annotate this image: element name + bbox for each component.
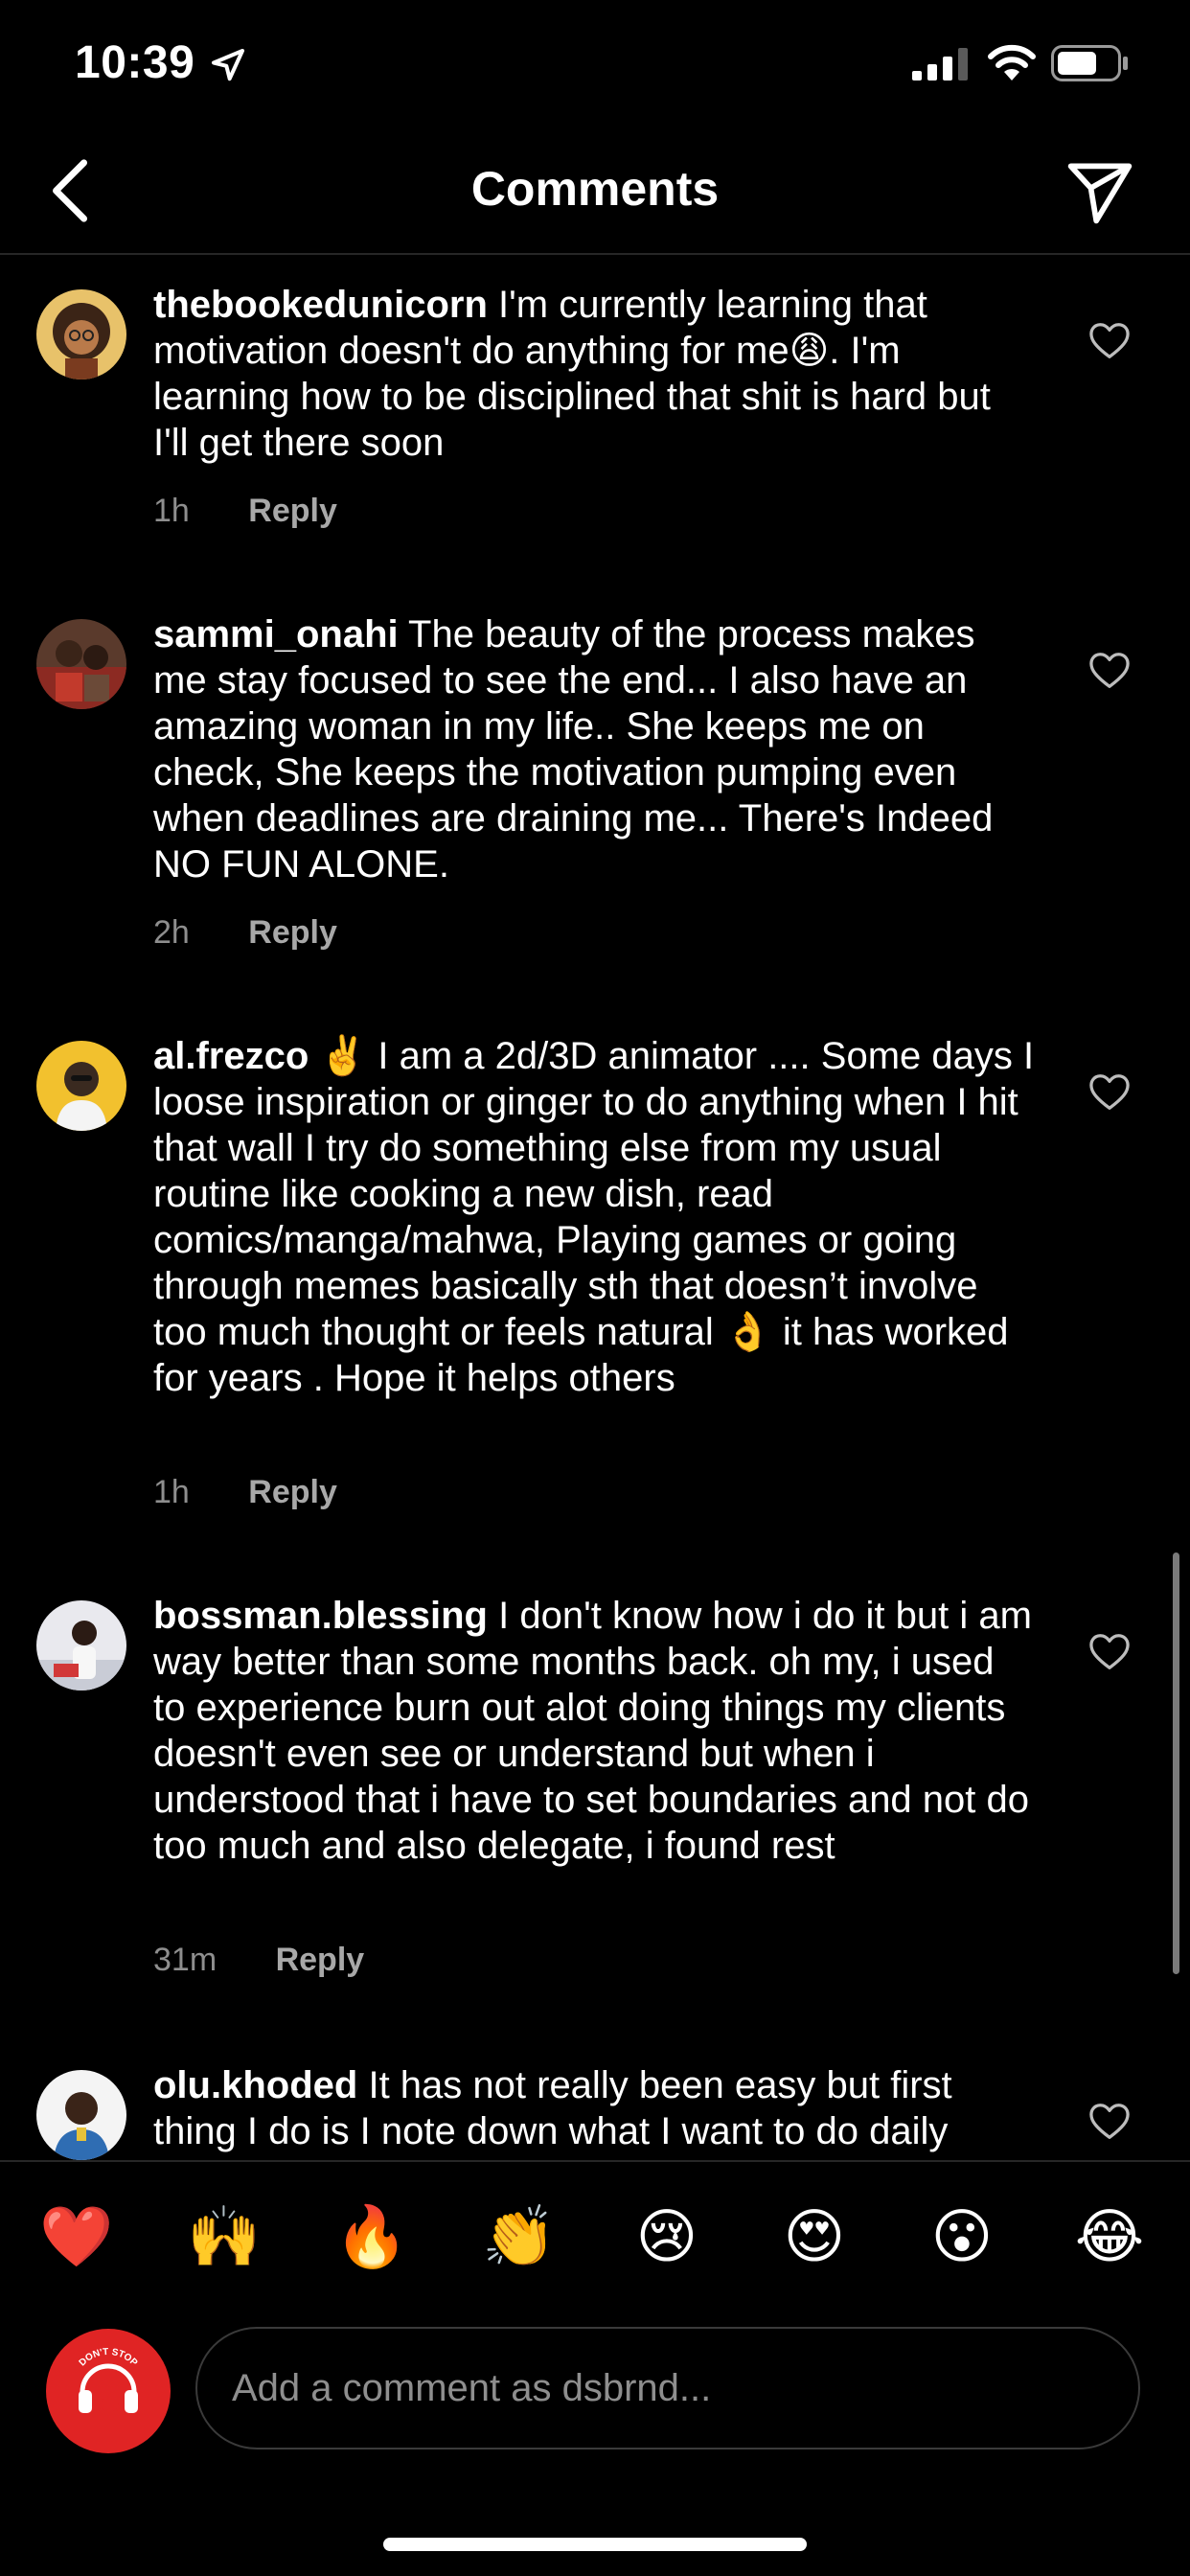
comment-meta: 31m Reply bbox=[153, 1942, 364, 1979]
cellular-signal-icon bbox=[912, 48, 968, 80]
emoji-laughing-button[interactable]: 😂 bbox=[1071, 2204, 1148, 2271]
comment-input[interactable] bbox=[195, 2327, 1140, 2450]
emoji-reaction-bar: ❤️ 🙌 🔥 👏 😢 😍 😮 😂 bbox=[0, 2160, 1190, 2315]
avatar[interactable] bbox=[36, 2070, 126, 2160]
emoji-heart-button[interactable]: ❤️ bbox=[38, 2204, 115, 2271]
home-indicator[interactable] bbox=[383, 2538, 807, 2551]
comment-body: ✌️ I am a 2d/3D animator .... Some days … bbox=[153, 1035, 1035, 1399]
comment-username[interactable]: al.frezco bbox=[153, 1035, 309, 1077]
comment-text: al.frezco ✌️ I am a 2d/3D animator .... … bbox=[153, 1033, 1035, 1401]
comment-username[interactable]: sammi_onahi bbox=[153, 613, 399, 656]
scrollbar[interactable] bbox=[1173, 1552, 1179, 1974]
heart-icon[interactable] bbox=[1088, 1073, 1131, 1112]
reply-button[interactable]: Reply bbox=[276, 1942, 365, 1978]
comment-username[interactable]: olu.khoded bbox=[153, 2064, 357, 2106]
avatar[interactable] bbox=[36, 1600, 126, 1690]
heart-icon[interactable] bbox=[1088, 322, 1131, 360]
emoji-surprised-button[interactable]: 😮 bbox=[924, 2204, 1000, 2271]
avatar[interactable] bbox=[36, 619, 126, 709]
heart-icon[interactable] bbox=[1088, 2103, 1131, 2141]
comment-time: 31m bbox=[153, 1942, 217, 1978]
status-time: 10:39 bbox=[75, 37, 195, 88]
comment-meta: 2h Reply bbox=[153, 914, 337, 952]
avatar-text-bottom: 0 5 bbox=[96, 2396, 120, 2415]
comment-text: olu.khoded It has not really been easy b… bbox=[153, 2062, 1035, 2154]
heart-icon[interactable] bbox=[1088, 652, 1131, 690]
composer-avatar[interactable]: DON'T STOP 0 5 bbox=[46, 2329, 171, 2453]
emoji-fire-button[interactable]: 🔥 bbox=[333, 2204, 410, 2271]
comment-text: thebookedunicorn I'm currently learning … bbox=[153, 282, 1035, 466]
avatar[interactable] bbox=[36, 1041, 126, 1131]
comment-meta: 1h Reply bbox=[153, 1474, 337, 1511]
comment-username[interactable]: thebookedunicorn bbox=[153, 284, 488, 326]
comments-list[interactable]: thebookedunicorn I'm currently learning … bbox=[0, 255, 1190, 2160]
comment-time: 2h bbox=[153, 914, 190, 951]
comment-text: bossman.blessing I don't know how i do i… bbox=[153, 1593, 1035, 1869]
emoji-raised-hands-button[interactable]: 🙌 bbox=[186, 2204, 263, 2271]
comment-time: 1h bbox=[153, 493, 190, 529]
send-direct-icon[interactable] bbox=[1064, 155, 1136, 228]
emoji-clapping-button[interactable]: 👏 bbox=[481, 2204, 558, 2271]
status-bar: 10:39 bbox=[0, 0, 1190, 134]
comment-username[interactable]: bossman.blessing bbox=[153, 1595, 488, 1637]
emoji-crying-button[interactable]: 😢 bbox=[629, 2204, 705, 2271]
battery-icon bbox=[1051, 45, 1128, 81]
reply-button[interactable]: Reply bbox=[248, 1474, 337, 1510]
location-arrow-icon bbox=[212, 49, 244, 81]
comment-meta: 1h Reply bbox=[153, 493, 337, 530]
header: Comments bbox=[0, 134, 1190, 255]
avatar[interactable] bbox=[36, 289, 126, 380]
heart-icon[interactable] bbox=[1088, 1633, 1131, 1671]
comment-text: sammi_onahi The beauty of the process ma… bbox=[153, 611, 1035, 887]
comment-time: 1h bbox=[153, 1474, 190, 1510]
wifi-icon bbox=[988, 44, 1036, 80]
emoji-heart-eyes-button[interactable]: 😍 bbox=[776, 2204, 853, 2271]
page-title: Comments bbox=[470, 162, 720, 216]
reply-button[interactable]: Reply bbox=[248, 493, 337, 529]
reply-button[interactable]: Reply bbox=[248, 914, 337, 951]
